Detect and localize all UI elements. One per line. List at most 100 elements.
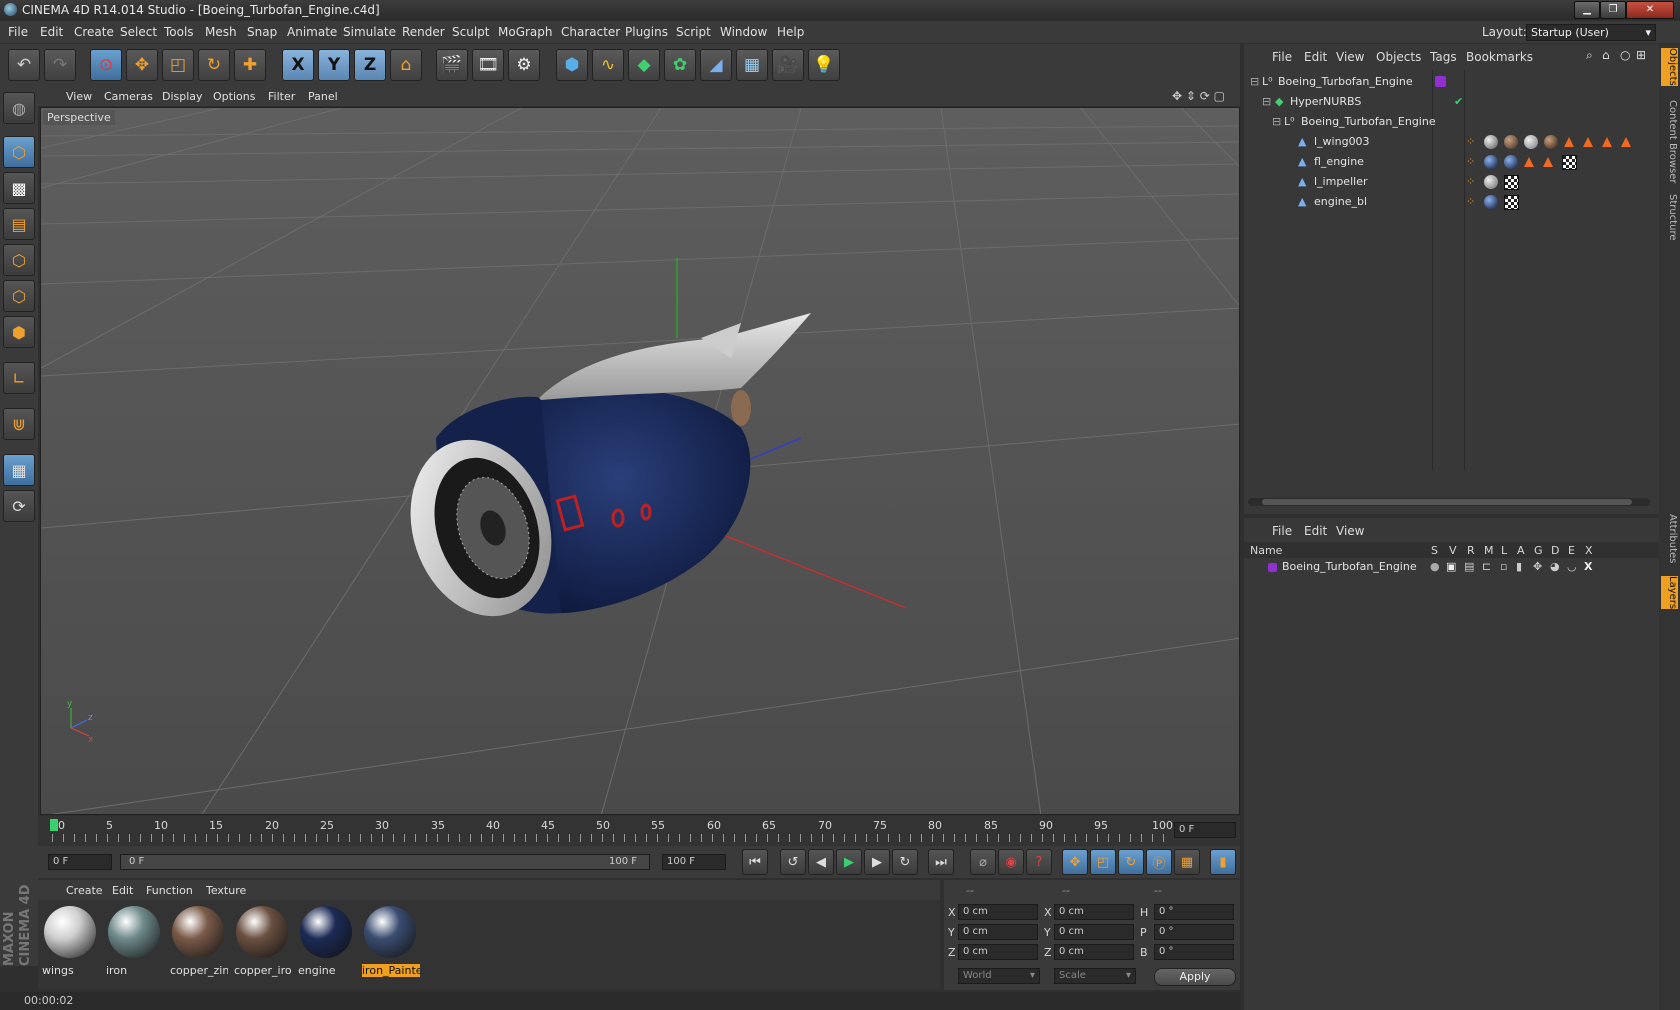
z-axis-lock-button[interactable]: Z [354, 49, 386, 81]
next-key-button[interactable]: ↻ [892, 849, 918, 875]
menu-edit[interactable]: Edit [40, 25, 63, 39]
workplane-lock-button[interactable]: ▦ [3, 454, 35, 486]
position-y-field[interactable]: 0 cm [958, 924, 1038, 940]
object-menu-edit[interactable]: Edit [1304, 50, 1327, 64]
tab-content-browser[interactable]: Content Browser [1661, 100, 1678, 183]
material-swatch[interactable]: engine [296, 904, 356, 978]
rotation-h-field[interactable]: 0 ° [1154, 904, 1234, 920]
texture-mode-button[interactable]: ▩ [3, 172, 35, 204]
object-row[interactable]: ⊟ ◆ HyperNURBS ✔ [1244, 92, 1659, 112]
material-tag[interactable] [1484, 135, 1498, 149]
column-manager[interactable]: M [1484, 544, 1494, 557]
make-editable-button[interactable]: ◍ [3, 92, 35, 124]
xref-toggle-icon[interactable]: X [1584, 558, 1592, 576]
object-row[interactable]: ⊟ L⁰ Boeing_Turbofan_Engine [1244, 112, 1659, 132]
rotation-b-field[interactable]: 0 ° [1154, 944, 1234, 960]
spline-pen-button[interactable]: ∿ [592, 49, 624, 81]
points-mode-button[interactable]: ⬡ [3, 244, 35, 276]
timeline-ruler[interactable]: 0 5 10 15 20 25 30 35 40 45 50 55 60 65 … [38, 816, 1240, 846]
menu-animate[interactable]: Animate [287, 25, 337, 39]
material-tag[interactable] [1544, 135, 1558, 149]
menu-mesh[interactable]: Mesh [205, 25, 237, 39]
material-menu-texture[interactable]: Texture [206, 884, 246, 897]
go-to-end-button[interactable]: ⏭ [928, 849, 954, 875]
go-to-start-button[interactable]: ⏮ [742, 849, 768, 875]
record-keys-button[interactable]: ⌀ [970, 849, 996, 875]
model-mode-button[interactable]: ⬡ [3, 136, 35, 168]
phong-tag-icon[interactable]: ⁘ [1466, 172, 1475, 192]
layer-menu-file[interactable]: File [1272, 524, 1292, 538]
selection-tag-icon[interactable] [1543, 157, 1553, 167]
scale-tool-button[interactable]: ◰ [162, 49, 194, 81]
key-scale-button[interactable]: ◰ [1090, 849, 1116, 875]
filter-icon[interactable]: ○ [1620, 48, 1630, 62]
redo-button[interactable]: ↷ [44, 49, 76, 81]
column-deformers[interactable]: D [1551, 544, 1559, 557]
planar-workplane-button[interactable]: ⟳ [3, 490, 35, 522]
viewport-menu-options[interactable]: Options [213, 90, 255, 103]
viewport-menu-view[interactable]: View [66, 90, 92, 103]
x-axis-lock-button[interactable]: X [282, 49, 314, 81]
previous-key-button[interactable]: ↺ [780, 849, 806, 875]
object-row[interactable]: ⊟ L⁰ Boeing_Turbofan_Engine [1244, 72, 1659, 92]
material-tag[interactable] [1484, 175, 1498, 189]
timeline-window-button[interactable]: ▮ [1210, 849, 1236, 875]
expression-toggle-icon[interactable]: ◡ [1567, 558, 1577, 576]
array-button[interactable]: ✿ [664, 49, 696, 81]
column-animation[interactable]: A [1517, 544, 1525, 557]
menu-help[interactable]: Help [777, 25, 804, 39]
key-pla-button[interactable]: ▦ [1174, 849, 1200, 875]
menu-window[interactable]: Window [720, 25, 767, 39]
menu-character[interactable]: Character [561, 25, 620, 39]
range-slider[interactable]: 0 F 100 F [120, 854, 650, 870]
layer-menu-view[interactable]: View [1336, 524, 1364, 538]
key-position-button[interactable]: ✥ [1062, 849, 1088, 875]
camera-button[interactable]: 🎥 [772, 49, 804, 81]
edges-mode-button[interactable]: ⬡ [3, 280, 35, 312]
enabled-check-icon[interactable]: ✔ [1454, 92, 1463, 112]
material-swatch[interactable]: copper_zin [168, 904, 228, 978]
transform-tool-button[interactable]: ✚ [234, 49, 266, 81]
material-tag[interactable] [1504, 135, 1518, 149]
material-tag[interactable] [1484, 195, 1498, 209]
axis-mode-button[interactable]: ∟ [3, 362, 35, 394]
start-frame-field[interactable]: 0 F [48, 854, 112, 870]
live-selection-button[interactable]: ⊙ [90, 49, 122, 81]
phong-tag-icon[interactable]: ⁘ [1466, 192, 1475, 212]
layer-menu-edit[interactable]: Edit [1304, 524, 1327, 538]
collapse-icon[interactable]: ⊟ [1250, 72, 1259, 92]
deformer-toggle-icon[interactable]: ◕ [1550, 558, 1560, 576]
scrollbar-thumb[interactable] [1262, 499, 1632, 505]
column-render[interactable]: R [1467, 544, 1475, 557]
render-toggle-icon[interactable]: ▤ [1464, 558, 1474, 576]
material-tag[interactable] [1484, 155, 1498, 169]
menu-simulate[interactable]: Simulate [343, 25, 396, 39]
new-view-icon[interactable]: ⊞ [1636, 48, 1646, 62]
object-menu-objects[interactable]: Objects [1376, 50, 1421, 64]
light-button[interactable]: 💡 [808, 49, 840, 81]
column-name[interactable]: Name [1250, 544, 1282, 557]
texture-tag-icon[interactable] [1562, 155, 1577, 170]
polygons-mode-button[interactable]: ⬢ [3, 316, 35, 348]
layout-dropdown[interactable]: Startup (User) ▾ [1526, 24, 1656, 41]
render-picture-viewer-button[interactable]: 🎞 [472, 49, 504, 81]
material-menu-create[interactable]: Create [66, 884, 103, 897]
selection-tag-icon[interactable] [1564, 137, 1574, 147]
collapse-icon[interactable]: ⊟ [1272, 112, 1281, 132]
object-row[interactable]: ▲ fl_engine ⁘ [1244, 152, 1659, 172]
keyframe-selection-button[interactable]: ? [1026, 849, 1052, 875]
material-swatch[interactable]: iron [104, 904, 164, 978]
layer-color-swatch[interactable] [1435, 76, 1446, 87]
floor-scene-button[interactable]: ▦ [736, 49, 768, 81]
object-menu-file[interactable]: File [1272, 50, 1292, 64]
menu-mograph[interactable]: MoGraph [498, 25, 553, 39]
menu-tools[interactable]: Tools [164, 25, 194, 39]
scale-mode-dropdown[interactable]: Scale ▾ [1054, 968, 1136, 984]
autokey-button[interactable]: ◉ [998, 849, 1024, 875]
view-toggle-icon[interactable]: ▣ [1446, 558, 1456, 576]
position-x-field[interactable]: 0 cm [958, 904, 1038, 920]
viewport-camera-label[interactable]: Perspective [43, 110, 115, 125]
object-menu-view[interactable]: View [1336, 50, 1364, 64]
object-row[interactable]: ▲ l_impeller ⁘ [1244, 172, 1659, 192]
key-parameter-button[interactable]: Ⓟ [1146, 849, 1172, 875]
